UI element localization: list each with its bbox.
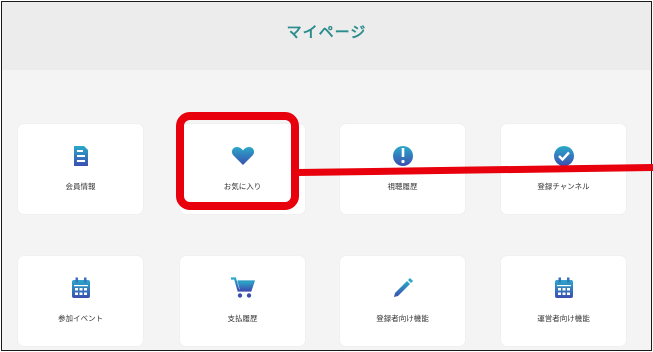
- heart-icon: [231, 144, 255, 168]
- calendar-icon: [69, 276, 93, 300]
- tile-payment-history[interactable]: 支払履歴: [180, 256, 305, 346]
- tile-operator-features[interactable]: 運営者向け機能: [501, 256, 626, 346]
- tile-favorites[interactable]: お気に入り: [180, 124, 305, 214]
- tile-label: 登録チャンネル: [537, 182, 590, 191]
- history-icon: [391, 144, 415, 168]
- tile-joined-events[interactable]: 参加イベント: [18, 256, 143, 346]
- page-header: マイページ: [2, 2, 651, 70]
- cart-icon: [230, 276, 255, 300]
- calendar-icon: [552, 276, 576, 300]
- tile-registered-channels[interactable]: 登録チャンネル: [501, 124, 626, 214]
- tile-member-info[interactable]: 会員情報: [18, 124, 143, 214]
- pencil-icon: [391, 276, 415, 300]
- tile-label: 視聴履歴: [387, 182, 418, 191]
- tile-label: 会員情報: [65, 182, 96, 191]
- tile-label: 運営者向け機能: [537, 314, 590, 323]
- tile-subscriber-features[interactable]: 登録者向け機能: [340, 256, 465, 346]
- page-title: マイページ: [286, 22, 367, 41]
- tile-label: 支払履歴: [227, 314, 258, 323]
- check-badge-icon: [552, 144, 576, 168]
- tile-label: 登録者向け機能: [376, 314, 429, 323]
- tile-label: 参加イベント: [58, 314, 103, 323]
- tile-view-history[interactable]: 視聴履歴: [340, 124, 465, 214]
- member-card-icon: [69, 144, 93, 168]
- tile-label: お気に入り: [223, 182, 262, 191]
